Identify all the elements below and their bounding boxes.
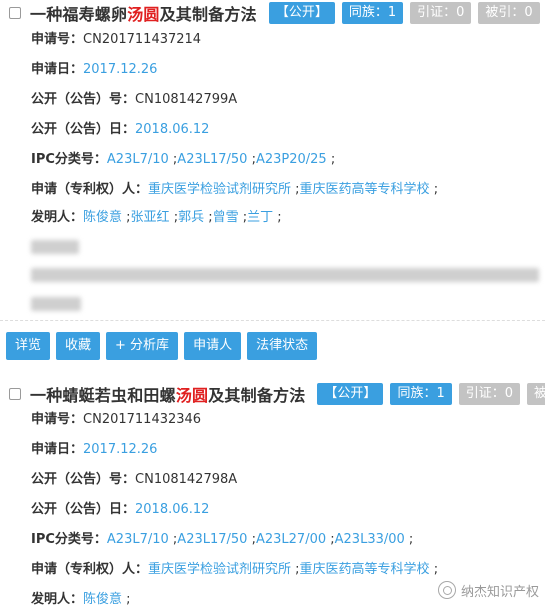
publication-date-field: 公开（公告）日：2018.06.12 xyxy=(31,502,210,517)
family-badge[interactable]: 同族：1 xyxy=(341,2,404,24)
inventor-link[interactable]: 曾雪 xyxy=(213,210,239,225)
checkbox-icon[interactable] xyxy=(9,7,21,19)
ipc-link[interactable]: A23L17/50 xyxy=(177,532,247,547)
blurred-abstract-line xyxy=(31,297,81,311)
watermark: 纳杰知识产权 xyxy=(437,578,539,602)
application-number: CN201711432346 xyxy=(83,412,202,427)
publication-date-field: 公开（公告）日：2018.06.12 xyxy=(31,122,210,137)
record-action-bar: 详览 收藏 + 分析库 申请人 法律状态 xyxy=(6,332,323,360)
publication-date-link[interactable]: 2018.06.12 xyxy=(135,122,209,137)
applicant-link[interactable]: 重庆医药高等专科学校 xyxy=(300,562,430,577)
add-to-analysis-button[interactable]: + 分析库 xyxy=(106,332,179,360)
applicant-link[interactable]: 重庆医学检验试剂研究所 xyxy=(148,182,291,197)
publication-number-field: 公开（公告）号：CN108142798A xyxy=(31,472,238,487)
applicant-field: 申请（专利权）人：重庆医学检验试剂研究所 ;重庆医药高等专科学校 ; xyxy=(31,562,439,577)
application-number: CN201711437214 xyxy=(83,32,202,47)
ipc-field: IPC分类号：A23L7/10 ;A23L17/50 ;A23P20/25 ; xyxy=(31,152,336,167)
status-badge[interactable]: 【公开】 xyxy=(268,2,335,24)
application-number-field: 申请号：CN201711432346 xyxy=(31,412,202,427)
record-title-row: 一种福寿螺卵汤圆及其制备方法 【公开】 同族：1 引证：0 被引：0 xyxy=(0,1,540,25)
detail-button[interactable]: 详览 xyxy=(6,332,51,360)
family-badge[interactable]: 同族：1 xyxy=(390,383,452,405)
publication-number: CN108142799A xyxy=(135,92,238,107)
inventor-field: 发明人：陈俊意 ; xyxy=(31,592,131,607)
ipc-link[interactable]: A23L7/10 xyxy=(107,532,169,547)
applicant-button[interactable]: 申请人 xyxy=(184,332,242,360)
inventor-link[interactable]: 张亚红 xyxy=(131,210,170,225)
status-badge[interactable]: 【公开】 xyxy=(317,383,384,405)
application-date-link[interactable]: 2017.12.26 xyxy=(83,62,157,77)
record-title-row: 一种蜻蜓若虫和田螺汤圆及其制备方法 【公开】 同族：1 引证：0 被引 xyxy=(0,382,545,406)
inventor-link[interactable]: 兰丁 xyxy=(247,210,273,225)
ipc-link[interactable]: A23L17/50 xyxy=(177,152,247,167)
checkbox-icon[interactable] xyxy=(9,388,21,400)
inventor-link[interactable]: 郭兵 xyxy=(178,210,204,225)
cited-by-badge[interactable]: 被引：0 xyxy=(478,2,540,24)
inventor-link[interactable]: 陈俊意 xyxy=(83,592,122,607)
applicant-field: 申请（专利权）人：重庆医学检验试剂研究所 ;重庆医药高等专科学校 ; xyxy=(31,182,439,197)
ipc-link[interactable]: A23P20/25 xyxy=(256,152,327,167)
publication-date-link[interactable]: 2018.06.12 xyxy=(135,502,209,517)
cited-badge[interactable]: 引证：0 xyxy=(410,2,472,24)
record-title-link[interactable]: 一种福寿螺卵汤圆及其制备方法 xyxy=(30,1,257,25)
record-divider xyxy=(0,320,545,321)
application-date-link[interactable]: 2017.12.26 xyxy=(83,442,157,457)
applicant-link[interactable]: 重庆医学检验试剂研究所 xyxy=(148,562,291,577)
ipc-link[interactable]: A23L7/10 xyxy=(107,152,169,167)
favorite-button[interactable]: 收藏 xyxy=(56,332,101,360)
application-date-field: 申请日：2017.12.26 xyxy=(31,442,158,457)
applicant-link[interactable]: 重庆医药高等专科学校 xyxy=(300,182,430,197)
record-title-link[interactable]: 一种蜻蜓若虫和田螺汤圆及其制备方法 xyxy=(30,382,305,406)
inventor-field: 发明人：陈俊意 ;张亚红 ;郭兵 ;曾雪 ;兰丁 ; xyxy=(31,210,282,225)
application-date-field: 申请日：2017.12.26 xyxy=(31,62,158,77)
ipc-link[interactable]: A23L27/00 xyxy=(256,532,326,547)
publication-number-field: 公开（公告）号：CN108142799A xyxy=(31,92,238,107)
inventor-link[interactable]: 陈俊意 xyxy=(83,210,122,225)
legal-status-button[interactable]: 法律状态 xyxy=(247,332,318,360)
ipc-field: IPC分类号：A23L7/10 ;A23L17/50 ;A23L27/00 ;A… xyxy=(31,532,414,547)
watermark-text: 纳杰知识产权 xyxy=(460,584,539,600)
publication-number: CN108142798A xyxy=(135,472,238,487)
cited-by-badge[interactable]: 被引 xyxy=(527,383,545,405)
ipc-link[interactable]: A23L33/00 xyxy=(335,532,405,547)
cited-badge[interactable]: 引证：0 xyxy=(458,383,520,405)
blurred-abstract-line xyxy=(31,240,79,254)
blurred-abstract-line xyxy=(31,268,539,282)
wechat-logo-icon xyxy=(437,581,456,599)
application-number-field: 申请号：CN201711437214 xyxy=(31,32,202,47)
